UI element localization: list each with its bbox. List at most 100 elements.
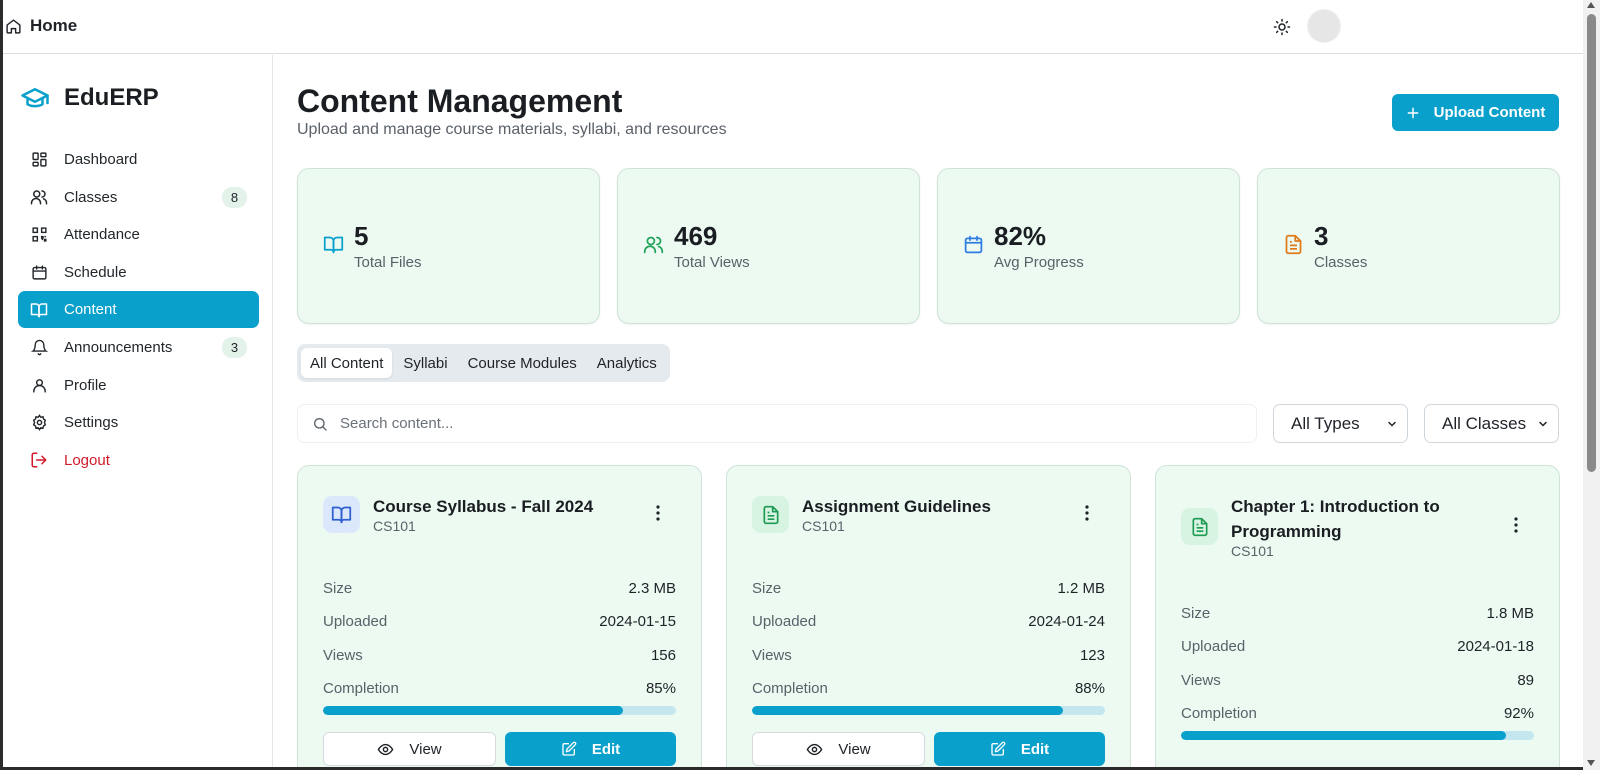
detail-label: Uploaded bbox=[1181, 638, 1246, 656]
card-title: Chapter 1: Introduction to Programming bbox=[1231, 497, 1440, 541]
stat-label: Classes bbox=[1314, 254, 1368, 271]
detail-row-views: Views 89 bbox=[1181, 664, 1534, 697]
sidebar-item-label: Classes bbox=[64, 188, 118, 206]
detail-label: Size bbox=[323, 580, 353, 598]
sun-icon bbox=[1273, 18, 1291, 36]
file-text-icon bbox=[1283, 234, 1305, 256]
sidebar-item-announcements[interactable]: Announcements 3 bbox=[18, 329, 259, 366]
avatar[interactable] bbox=[1307, 9, 1341, 43]
detail-label: Completion bbox=[323, 680, 399, 698]
card-actions: View Edit bbox=[323, 732, 676, 766]
sidebar-nav: Dashboard Classes 8 Attendance Schedule … bbox=[18, 141, 259, 479]
sidebar: EduERP Dashboard Classes 8 Attendance Sc… bbox=[6, 55, 273, 767]
detail-value: 85% bbox=[645, 680, 676, 698]
home-link[interactable]: Home bbox=[5, 16, 77, 36]
sidebar-item-dashboard[interactable]: Dashboard bbox=[18, 141, 259, 178]
more-vertical-icon[interactable] bbox=[1078, 504, 1096, 522]
file-text-icon bbox=[752, 496, 789, 533]
sidebar-item-schedule[interactable]: Schedule bbox=[18, 254, 259, 291]
type-filter-value: All Types bbox=[1291, 413, 1360, 433]
edit-label: Edit bbox=[591, 740, 621, 758]
edit-button[interactable]: Edit bbox=[934, 732, 1105, 766]
content-card: Course Syllabus - Fall 2024 CS101 Size 2.… bbox=[297, 465, 702, 767]
class-filter-select[interactable]: All Classes bbox=[1424, 404, 1559, 443]
stat-label: Total Views bbox=[674, 254, 750, 271]
progress-fill bbox=[752, 706, 1063, 716]
edit-icon bbox=[990, 741, 1006, 757]
sidebar-item-content[interactable]: Content bbox=[18, 291, 259, 329]
scroll-down-arrow-icon[interactable] bbox=[1587, 760, 1595, 766]
edit-button[interactable]: Edit bbox=[505, 732, 676, 766]
progress-fill bbox=[1181, 731, 1506, 741]
logout-icon bbox=[30, 451, 48, 469]
upload-content-button[interactable]: Upload Content bbox=[1392, 94, 1559, 131]
sidebar-item-label: Profile bbox=[64, 376, 107, 394]
detail-row-size: Size 1.8 MB bbox=[1181, 597, 1534, 630]
detail-value: 88% bbox=[1074, 680, 1105, 698]
detail-label: Completion bbox=[752, 680, 828, 698]
search-icon bbox=[312, 416, 328, 432]
brand[interactable]: EduERP bbox=[18, 83, 159, 113]
sidebar-item-label: Schedule bbox=[64, 263, 127, 281]
qr-code-icon bbox=[30, 226, 48, 244]
tab-syllabi[interactable]: Syllabi bbox=[394, 348, 456, 378]
content-tabs: All Content Syllabi Course Modules Analy… bbox=[297, 344, 670, 382]
detail-label: Views bbox=[1181, 671, 1221, 689]
card-actions: View Edit bbox=[752, 732, 1105, 766]
card-title: Assignment Guidelines bbox=[802, 497, 991, 516]
tab-course-modules[interactable]: Course Modules bbox=[459, 348, 586, 378]
progress-fill bbox=[323, 706, 624, 716]
completion-progress-bar bbox=[1181, 731, 1534, 741]
search-input[interactable] bbox=[340, 415, 1220, 432]
sidebar-item-attendance[interactable]: Attendance bbox=[18, 216, 259, 253]
theme-toggle-button[interactable] bbox=[1271, 16, 1293, 38]
sidebar-item-label: Logout bbox=[64, 451, 110, 469]
more-vertical-icon[interactable] bbox=[1507, 516, 1525, 534]
stats-row: 5 Total Files 469 Total Views 82% Avg Pr… bbox=[297, 168, 1560, 324]
home-icon bbox=[5, 18, 22, 35]
more-vertical-icon[interactable] bbox=[649, 504, 667, 522]
users-icon bbox=[30, 188, 48, 206]
calendar-icon bbox=[963, 234, 985, 256]
type-filter-select[interactable]: All Types bbox=[1273, 404, 1408, 443]
view-label: View bbox=[409, 740, 442, 758]
count-badge: 3 bbox=[222, 336, 247, 358]
tab-analytics[interactable]: Analytics bbox=[588, 348, 666, 378]
detail-value: 89 bbox=[1517, 671, 1534, 689]
detail-row-views: Views 123 bbox=[752, 639, 1105, 672]
detail-label: Completion bbox=[1181, 705, 1257, 723]
card-details: Size 1.8 MB Uploaded 2024-01-18 Views 89 Co… bbox=[1181, 597, 1534, 741]
card-details: Size 1.2 MB Uploaded 2024-01-24 Views 123 C… bbox=[752, 572, 1105, 716]
sidebar-item-settings[interactable]: Settings bbox=[18, 404, 259, 441]
view-button[interactable]: View bbox=[323, 732, 496, 766]
count-badge: 8 bbox=[222, 186, 247, 208]
users-icon bbox=[643, 234, 665, 256]
detail-value: 2024-01-18 bbox=[1457, 638, 1534, 656]
view-button[interactable]: View bbox=[752, 732, 925, 766]
detail-row-uploaded: Uploaded 2024-01-18 bbox=[1181, 630, 1534, 663]
detail-label: Uploaded bbox=[323, 613, 388, 631]
sidebar-item-classes[interactable]: Classes 8 bbox=[18, 179, 259, 216]
tab-all-content[interactable]: All Content bbox=[301, 348, 393, 378]
stat-card-total-views: 469 Total Views bbox=[617, 168, 920, 324]
detail-value: 123 bbox=[1079, 646, 1105, 664]
detail-label: Size bbox=[752, 580, 782, 598]
detail-row-size: Size 2.3 MB bbox=[323, 572, 676, 605]
bell-icon bbox=[30, 338, 48, 356]
sidebar-item-logout[interactable]: Logout bbox=[18, 442, 259, 479]
vertical-scrollbar[interactable] bbox=[1583, 0, 1600, 770]
sidebar-item-profile[interactable]: Profile bbox=[18, 367, 259, 404]
calendar-icon bbox=[30, 263, 48, 281]
detail-value: 92% bbox=[1503, 705, 1534, 723]
detail-value: 156 bbox=[650, 646, 676, 664]
scrollbar-thumb[interactable] bbox=[1587, 14, 1596, 472]
file-text-icon bbox=[1181, 508, 1218, 545]
eye-icon bbox=[806, 741, 823, 758]
sidebar-item-label: Attendance bbox=[64, 226, 140, 244]
upload-content-label: Upload Content bbox=[1433, 104, 1546, 121]
detail-row-views: Views 156 bbox=[323, 639, 676, 672]
content-card: Assignment Guidelines CS101 Size 1.2 MB U… bbox=[726, 465, 1131, 767]
detail-value: 1.8 MB bbox=[1486, 605, 1534, 623]
scroll-up-arrow-icon[interactable] bbox=[1587, 2, 1595, 8]
stat-label: Total Files bbox=[354, 254, 422, 271]
